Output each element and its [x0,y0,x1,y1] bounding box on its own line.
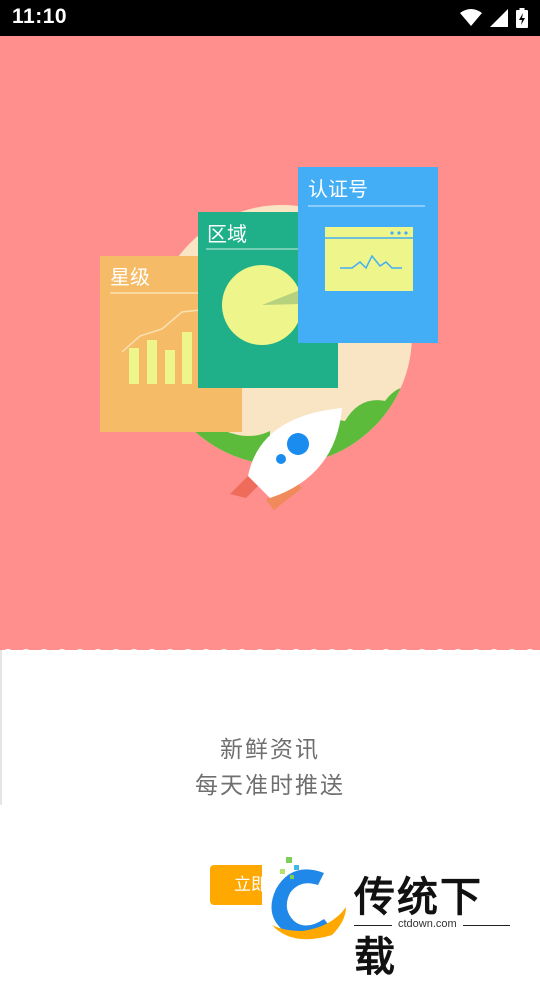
card-certification: 认证号 [298,167,438,343]
ctdown-logo-icon [271,857,346,940]
status-bar: 11:10 [0,0,540,36]
card-certification-label: 认证号 [308,177,368,201]
cell-signal-icon [490,9,508,27]
battery-charging-icon [516,8,528,28]
slogan-line-2: 每天准时推送 [195,773,345,799]
watermark-logo: 传统下载 ctdown.com [262,855,522,981]
hero-illustration-area: 星级 区域 认证号 [0,36,540,650]
status-icons [460,6,528,30]
card-rating-label: 星级 [110,265,150,289]
status-time: 11:10 [12,5,68,28]
slogan-line-1: 新鲜资讯 [220,737,320,763]
wifi-icon [460,9,482,26]
intro-content: 新鲜资讯 每天准时推送 立即 传统下载 ctdown.com [0,650,540,981]
watermark-url: ctdown.com [392,918,463,930]
card-region-label: 区域 [207,222,247,246]
feature-illustration: 星级 区域 认证号 [100,167,438,510]
